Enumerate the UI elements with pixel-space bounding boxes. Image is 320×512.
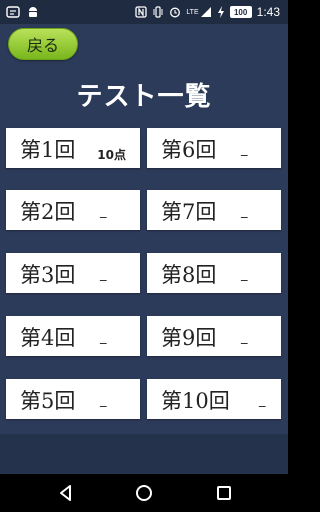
back-button[interactable]: 戻る	[8, 28, 78, 60]
battery-level: 100	[229, 6, 252, 18]
test-card-6[interactable]: 第6回 _	[147, 128, 281, 168]
charging-icon	[217, 6, 225, 18]
status-bar: LTE 100 1:43	[0, 0, 288, 24]
app-footer-area	[0, 434, 288, 474]
status-time: 1:43	[256, 5, 280, 19]
network-type: LTE	[186, 8, 199, 16]
settings-notification-icon	[6, 5, 20, 19]
back-triangle-icon[interactable]	[56, 483, 76, 503]
test-card-score: _	[100, 330, 107, 345]
test-card-2[interactable]: 第2回 _	[6, 190, 140, 230]
navigation-bar	[0, 474, 288, 512]
app-content: 戻る テスト一覧 第1回 10点 第6回 _ 第2回 _ 第7回 _ 第3回 _…	[0, 24, 288, 474]
android-notification-icon	[26, 5, 40, 19]
test-card-score: _	[100, 393, 107, 408]
test-card-label: 第5回	[20, 389, 76, 413]
test-card-1[interactable]: 第1回 10点	[6, 128, 140, 168]
alarm-icon	[169, 6, 181, 18]
test-card-label: 第8回	[161, 263, 217, 287]
test-card-label: 第2回	[20, 200, 76, 224]
test-card-score: 10点	[97, 148, 126, 162]
recents-square-icon[interactable]	[214, 483, 234, 503]
test-card-10[interactable]: 第10回 _	[147, 379, 281, 419]
test-card-3[interactable]: 第3回 _	[6, 253, 140, 293]
test-card-score: _	[241, 330, 248, 345]
page-title: テスト一覧	[76, 82, 212, 112]
test-card-label: 第7回	[161, 200, 217, 224]
test-card-label: 第10回	[161, 389, 230, 413]
test-card-score: _	[241, 142, 248, 157]
test-card-score: _	[100, 267, 107, 282]
test-card-label: 第1回	[20, 138, 76, 162]
test-card-label: 第4回	[20, 326, 76, 350]
test-card-5[interactable]: 第5回 _	[6, 379, 140, 419]
test-card-8[interactable]: 第8回 _	[147, 253, 281, 293]
test-card-score: _	[259, 393, 266, 408]
test-card-7[interactable]: 第7回 _	[147, 190, 281, 230]
test-card-9[interactable]: 第9回 _	[147, 316, 281, 356]
test-card-label: 第9回	[161, 326, 217, 350]
vibrate-icon	[152, 6, 164, 18]
test-card-4[interactable]: 第4回 _	[6, 316, 140, 356]
nfc-icon	[135, 6, 147, 18]
test-card-score: _	[241, 204, 248, 219]
test-card-label: 第6回	[161, 138, 217, 162]
test-card-label: 第3回	[20, 263, 76, 287]
test-card-score: _	[241, 267, 248, 282]
test-card-score: _	[100, 204, 107, 219]
home-circle-icon[interactable]	[134, 483, 154, 503]
lte-signal-icon: LTE	[186, 6, 211, 18]
